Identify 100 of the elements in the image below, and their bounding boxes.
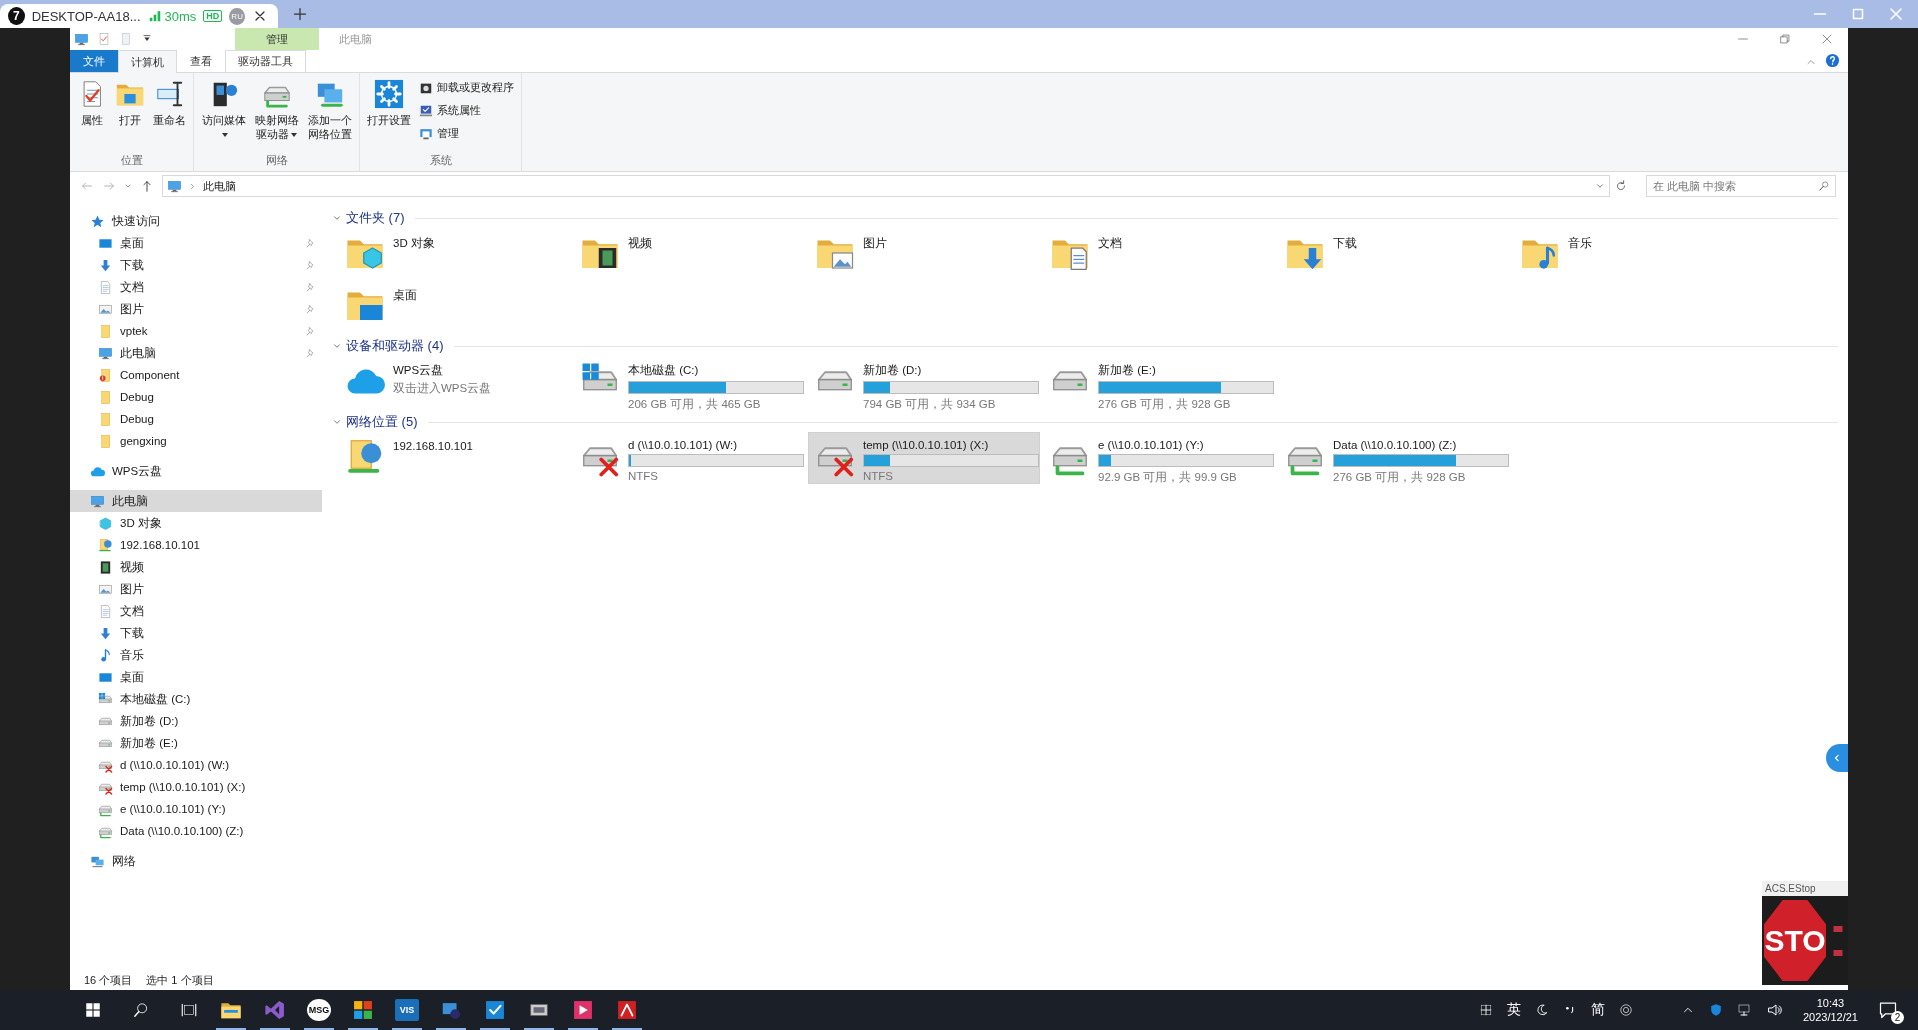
nav-item[interactable]: 音乐 — [70, 644, 322, 666]
taskbar-app[interactable]: VIS — [388, 990, 426, 1030]
clock[interactable]: 10:43 2023/12/21 — [1802, 995, 1858, 1025]
ribbon-command[interactable]: 映射网络驱动器 — [251, 77, 303, 144]
nav-item[interactable]: Debug — [70, 386, 322, 408]
session-number: 7 — [8, 7, 25, 25]
ribbon-tab[interactable]: 查看 — [177, 50, 225, 72]
nav-item[interactable]: 此电脑 — [70, 342, 322, 364]
group-header[interactable]: 文件夹 (7) — [346, 209, 405, 227]
ime-mode[interactable]: 简 — [1590, 1001, 1605, 1019]
item-tile[interactable]: 音乐 — [1513, 228, 1745, 280]
nav-item[interactable]: 下载 — [70, 622, 322, 644]
nav-item[interactable]: 快速访问 — [70, 210, 322, 232]
star-icon — [90, 213, 105, 229]
nav-item[interactable]: e (\\10.0.10.101) (Y:) — [70, 798, 322, 820]
ribbon-tab[interactable]: 计算机 — [118, 50, 177, 73]
start-icon[interactable] — [84, 1001, 102, 1019]
nav-item[interactable]: 下载 — [70, 254, 322, 276]
search-icon[interactable] — [132, 1001, 150, 1019]
nav-item[interactable]: 3D 对象 — [70, 512, 322, 534]
nav-item[interactable]: 新加卷 (E:) — [70, 732, 322, 754]
app-icon — [616, 999, 638, 1021]
chevron-icon[interactable] — [332, 417, 342, 427]
nav-item[interactable]: 视频 — [70, 556, 322, 578]
chevron-icon[interactable] — [332, 341, 342, 351]
nav-item[interactable]: 新加卷 (D:) — [70, 710, 322, 732]
nav-item[interactable]: Data (\\10.0.10.100) (Z:) — [70, 820, 322, 842]
group-header[interactable]: 网络位置 (5) — [346, 413, 418, 431]
ribbon-command[interactable]: 卸载或更改程序 — [416, 77, 518, 98]
item-tile[interactable]: 192.168.10.101 — [338, 432, 570, 484]
item-tile[interactable]: 视频 — [573, 228, 805, 280]
nav-item[interactable]: 192.168.10.101 — [70, 534, 322, 556]
item-name: 图片 — [863, 236, 887, 251]
search-field[interactable]: 在 此电脑 中搜索 — [1646, 175, 1836, 197]
settings-icon[interactable] — [1618, 1003, 1633, 1017]
nav-item[interactable]: temp (\\10.0.10.101) (X:) — [70, 776, 322, 798]
task-view-icon[interactable] — [180, 1001, 198, 1019]
folder-icon — [98, 433, 113, 449]
ime-mode[interactable]: 英 — [1506, 1001, 1521, 1019]
stop-sign[interactable]: STO — [1764, 900, 1826, 981]
item-tile[interactable]: Data (\\10.0.10.100) (Z:) 276 GB 可用，共 928 GB — [1278, 432, 1510, 484]
breadcrumb-item[interactable]: 此电脑 — [203, 178, 236, 194]
nav-item[interactable]: gengxing — [70, 430, 322, 452]
ribbon-command[interactable]: 管理 — [416, 123, 518, 144]
ribbon-command[interactable]: 重命名 — [150, 77, 189, 130]
ribbon-command[interactable]: 打开设置 — [364, 77, 415, 130]
nav-item[interactable]: 此电脑 — [70, 490, 322, 512]
restore-icon[interactable] — [1778, 32, 1792, 46]
ribbon-tab[interactable]: 驱动器工具 — [225, 50, 306, 72]
nav-item[interactable]: 图片 — [70, 298, 322, 320]
history-dropdown-icon[interactable] — [1595, 181, 1605, 191]
item-tile[interactable]: 桌面 — [338, 280, 570, 332]
nav-item[interactable]: Debug — [70, 408, 322, 430]
ribbon-tab[interactable]: 文件 — [70, 50, 118, 72]
item-tile[interactable]: temp (\\10.0.10.101) (X:) NTFS — [808, 432, 1040, 484]
add-tab-icon[interactable] — [292, 6, 308, 22]
collapse-panel-button[interactable] — [1826, 744, 1848, 772]
nav-item[interactable]: 文档 — [70, 600, 322, 622]
nav-item[interactable]: d (\\10.0.10.101) (W:) — [70, 754, 322, 776]
taskbar-app[interactable]: MSG — [300, 990, 338, 1030]
nav-item[interactable]: 本地磁盘 (C:) — [70, 688, 322, 710]
chevron-icon[interactable] — [332, 213, 342, 223]
item-tile[interactable]: d (\\10.0.10.101) (W:) NTFS — [573, 432, 805, 484]
network-icon[interactable] — [1736, 1002, 1753, 1018]
ribbon-command[interactable]: 访问媒体 — [198, 77, 250, 144]
app-icon — [572, 999, 594, 1021]
shield-icon[interactable] — [1708, 1003, 1723, 1017]
nav-item[interactable]: 桌面 — [70, 666, 322, 688]
item-tile[interactable]: 图片 — [808, 228, 1040, 280]
nav-item[interactable]: 桌面 — [70, 232, 322, 254]
notification-icon[interactable] — [1878, 1000, 1898, 1020]
ribbon-command[interactable]: 添加一个网络位置 — [304, 77, 356, 144]
widget-title: ACS.EStop — [1764, 882, 1817, 896]
nav-item[interactable]: 文档 — [70, 276, 322, 298]
up-icon[interactable] — [140, 179, 154, 193]
nav-item[interactable]: 图片 — [70, 578, 322, 600]
refresh-icon[interactable] — [1614, 179, 1628, 193]
grid-icon[interactable] — [1478, 1003, 1493, 1017]
recent-caret-icon[interactable] — [124, 182, 132, 190]
dropdown-caret-icon — [291, 133, 298, 138]
ribbon-command[interactable]: 属性 — [74, 77, 110, 130]
item-caption: 双击进入WPS云盘 — [393, 381, 492, 396]
group-header[interactable]: 设备和驱动器 (4) — [346, 337, 444, 355]
nav-item[interactable]: WPS云盘 — [70, 460, 322, 482]
nav-item[interactable]: Component — [70, 364, 322, 386]
item-tile[interactable]: e (\\10.0.10.101) (Y:) 92.9 GB 可用，共 99.9 GB — [1043, 432, 1275, 484]
nav-item[interactable]: 网络 — [70, 850, 322, 872]
item-tile[interactable]: 3D 对象 — [338, 228, 570, 280]
item-name: 文档 — [1098, 236, 1122, 251]
nav-item[interactable]: vptek — [70, 320, 322, 342]
address-bar[interactable]: 此电脑 — [162, 175, 1610, 197]
ribbon-command[interactable]: 打开 — [112, 77, 148, 130]
ribbon-command[interactable]: 系统属性 — [416, 100, 518, 121]
item-tile[interactable]: 文档 — [1043, 228, 1275, 280]
help-icon[interactable] — [1825, 53, 1840, 68]
moon-icon[interactable] — [1534, 1003, 1549, 1017]
session-tab[interactable]: 7 DESKTOP-AA18... 30ms HD RU — [0, 4, 278, 28]
volume-icon[interactable] — [1766, 1002, 1783, 1018]
item-tile[interactable]: 下载 — [1278, 228, 1510, 280]
item-tile[interactable]: WPS云盘 双击进入WPS云盘 — [338, 356, 570, 408]
